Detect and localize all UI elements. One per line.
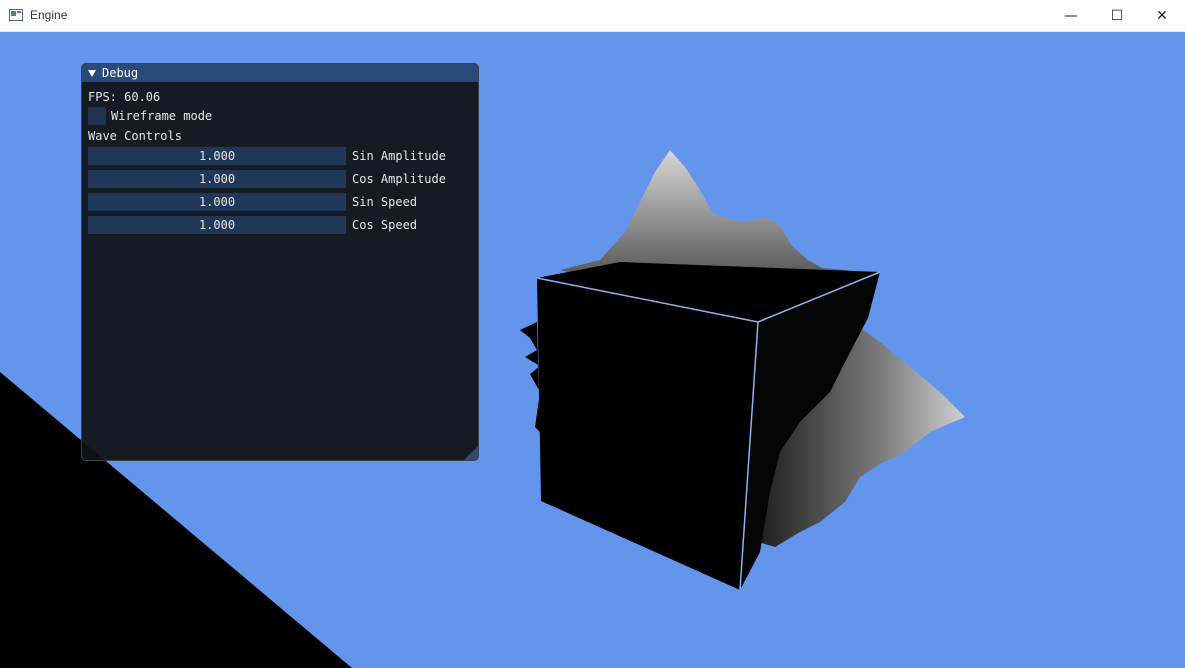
debug-window[interactable]: Debug FPS: 60.06 Wireframe mode Wave Con… [81,63,479,461]
sin-speed-slider[interactable]: 1.000 [88,193,346,211]
cos-speed-slider[interactable]: 1.000 [88,216,346,234]
slider-row-sin-amplitude: 1.000 Sin Amplitude [88,147,446,165]
window-title: Engine [30,8,68,22]
sin-amplitude-label: Sin Amplitude [352,149,446,163]
close-icon: ✕ [1156,8,1168,24]
maximize-icon: ☐ [1110,8,1124,24]
wave-controls-heading: Wave Controls [88,129,182,143]
minimize-icon: — [1064,8,1078,24]
wireframe-row[interactable]: Wireframe mode [88,107,212,125]
sin-amplitude-slider[interactable]: 1.000 [88,147,346,165]
title-bar[interactable]: Engine — ☐ ✕ [0,0,1185,32]
wireframe-label: Wireframe mode [111,109,213,123]
debug-window-title: Debug [102,66,139,80]
cube-left-face [537,278,758,590]
close-button[interactable]: ✕ [1139,0,1185,32]
app-window-icon [9,9,23,21]
slider-row-cos-speed: 1.000 Cos Speed [88,216,417,234]
wireframe-checkbox[interactable] [88,107,106,125]
triangle-down-icon[interactable] [88,69,96,77]
cos-speed-label: Cos Speed [352,218,418,232]
sin-speed-label: Sin Speed [352,195,418,209]
terrain-fragment-left [520,322,540,432]
fps-readout: FPS: 60.06 [88,90,161,104]
resize-grip[interactable] [464,446,478,460]
maximize-button[interactable]: ☐ [1094,0,1140,32]
cos-amplitude-label: Cos Amplitude [352,172,446,186]
slider-row-cos-amplitude: 1.000 Cos Amplitude [88,170,446,188]
cos-amplitude-slider[interactable]: 1.000 [88,170,346,188]
debug-window-header[interactable]: Debug [82,64,478,82]
minimize-button[interactable]: — [1048,0,1094,32]
slider-row-sin-speed: 1.000 Sin Speed [88,193,417,211]
